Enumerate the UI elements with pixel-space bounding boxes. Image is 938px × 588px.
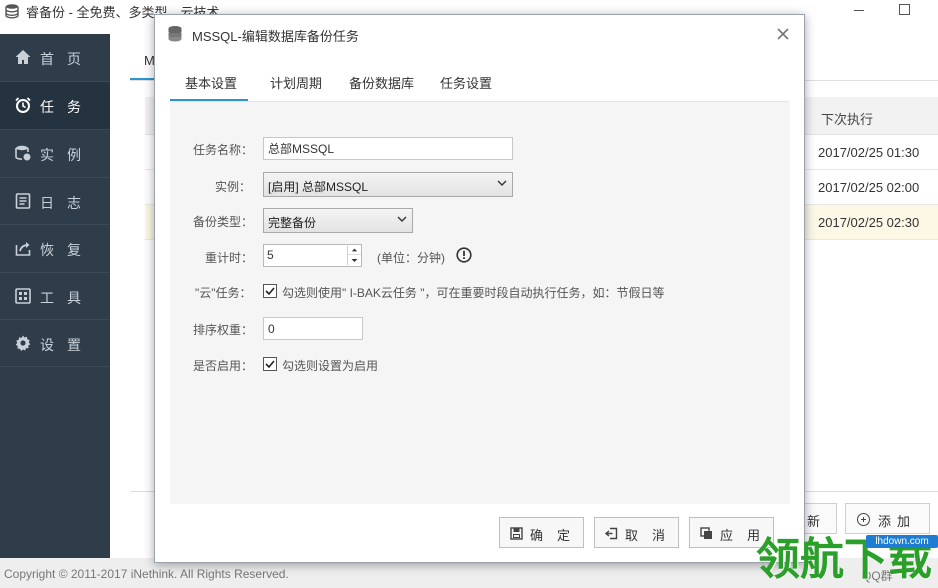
- instance-select[interactable]: [启用] 总部MSSQL: [263, 172, 513, 197]
- watermark-url: lhdown.com: [866, 535, 938, 548]
- instance-selected-value: [启用] 总部MSSQL: [268, 180, 369, 194]
- task-name-input[interactable]: [263, 137, 513, 160]
- dialog-tabs: 基本设置 计划周期 备份数据库 任务设置: [155, 63, 804, 103]
- chevron-down-icon: [397, 216, 407, 222]
- ok-button-label: 确定: [530, 528, 585, 543]
- check-icon: [265, 360, 275, 369]
- check-icon: [265, 287, 275, 296]
- cloud-task-label: "云"任务：: [195, 286, 252, 300]
- sidebar-item-label: 任务: [40, 99, 94, 115]
- cloud-task-checkbox-label: 勾选则使用" I-BAK云任务 "，可在重要时段自动执行任务，如：节假日等: [282, 286, 665, 300]
- sidebar-item-label: 恢复: [40, 242, 94, 258]
- sidebar-item-label: 设置: [40, 337, 94, 353]
- sidebar-item-settings[interactable]: 设置: [0, 320, 110, 367]
- maximize-button[interactable]: [893, 0, 915, 20]
- tab-schedule[interactable]: 计划周期: [270, 73, 322, 92]
- sidebar: 首页 任务 实例 日志 恢复 工具 设置: [0, 34, 110, 558]
- copyright-text: Copyright © 2011-2017 iNethink. All Righ…: [4, 567, 289, 581]
- exit-icon: [605, 527, 618, 540]
- stepper-down-icon[interactable]: [348, 256, 361, 265]
- next-run-cell: 2017/02/25 02:30: [818, 215, 920, 230]
- next-run-cell: 2017/02/25 01:30: [818, 145, 920, 160]
- sidebar-item-instances[interactable]: 实例: [0, 130, 110, 177]
- sidebar-item-logs[interactable]: 日志: [0, 178, 110, 225]
- stepper-buttons: [347, 246, 361, 265]
- home-icon: [15, 50, 31, 64]
- sidebar-item-restore[interactable]: 恢复: [0, 225, 110, 272]
- database-icon: [5, 4, 19, 19]
- cancel-button[interactable]: 取消: [594, 517, 679, 548]
- sidebar-item-label: 实例: [40, 147, 94, 163]
- enabled-label: 是否启用：: [193, 359, 254, 373]
- ok-button[interactable]: 确定: [499, 517, 584, 548]
- add-button[interactable]: 添加: [845, 503, 930, 534]
- enabled-checkbox[interactable]: [263, 357, 277, 371]
- sidebar-item-tasks[interactable]: 任务: [0, 82, 110, 129]
- tools-icon: [15, 288, 31, 304]
- sidebar-item-home[interactable]: 首页: [0, 34, 110, 81]
- save-icon: [510, 527, 523, 540]
- enabled-checkbox-label: 勾选则设置为启用: [282, 359, 379, 373]
- retry-stepper[interactable]: 5: [263, 244, 362, 267]
- dialog-title: MSSQL-编辑数据库备份任务: [192, 29, 359, 44]
- watermark-logo: 领航下载 lhdown.com: [752, 531, 938, 588]
- sidebar-item-label: 首页: [40, 51, 94, 67]
- minimize-button[interactable]: [848, 0, 870, 20]
- tab-task-settings[interactable]: 任务设置: [440, 73, 492, 92]
- tab-basic-settings[interactable]: 基本设置: [185, 73, 237, 92]
- cancel-button-label: 取消: [625, 528, 680, 543]
- database-icon: [15, 145, 31, 161]
- sidebar-item-tools[interactable]: 工具: [0, 273, 110, 320]
- cloud-task-checkbox[interactable]: [263, 284, 277, 298]
- dialog-title-bar: MSSQL-编辑数据库备份任务: [155, 15, 804, 53]
- retry-label: 重计时：: [205, 251, 254, 265]
- copy-icon: [700, 527, 712, 539]
- retry-value: 5: [267, 248, 274, 262]
- sidebar-item-label: 日志: [40, 195, 94, 211]
- basic-settings-panel: 任务名称： 实例： [启用] 总部MSSQL 备份类型： 完整备份 重计时： 5…: [170, 102, 790, 504]
- instance-label: 实例：: [215, 180, 252, 194]
- database-icon: [168, 26, 182, 42]
- plus-circle-icon: [857, 513, 870, 526]
- alarm-clock-icon: [15, 97, 31, 113]
- backup-type-select[interactable]: 完整备份: [263, 208, 413, 233]
- log-icon: [15, 193, 31, 209]
- backup-type-label: 备份类型：: [193, 215, 254, 229]
- column-header-next-run: 下次执行: [821, 112, 874, 127]
- restore-icon: [15, 242, 31, 256]
- warning-info-icon[interactable]: [456, 247, 472, 263]
- retry-unit-text: (单位：分钟): [377, 251, 445, 265]
- next-run-cell: 2017/02/25 02:00: [818, 180, 920, 195]
- close-icon[interactable]: [775, 26, 791, 42]
- new-button-label: 新: [807, 514, 827, 529]
- task-name-label: 任务名称：: [193, 143, 254, 157]
- backup-type-selected-value: 完整备份: [268, 216, 317, 230]
- sort-weight-input[interactable]: [263, 317, 363, 340]
- gear-icon: [15, 335, 31, 351]
- sort-weight-label: 排序权重：: [193, 323, 254, 337]
- stepper-up-icon[interactable]: [348, 246, 361, 255]
- tab-backup-databases[interactable]: 备份数据库: [349, 73, 414, 92]
- add-button-label: 添加: [878, 514, 917, 529]
- edit-task-dialog: MSSQL-编辑数据库备份任务 基本设置 计划周期 备份数据库 任务设置 任务名…: [154, 14, 805, 563]
- chevron-down-icon: [497, 180, 507, 186]
- sidebar-divider: [0, 366, 110, 367]
- sidebar-item-label: 工具: [40, 290, 94, 306]
